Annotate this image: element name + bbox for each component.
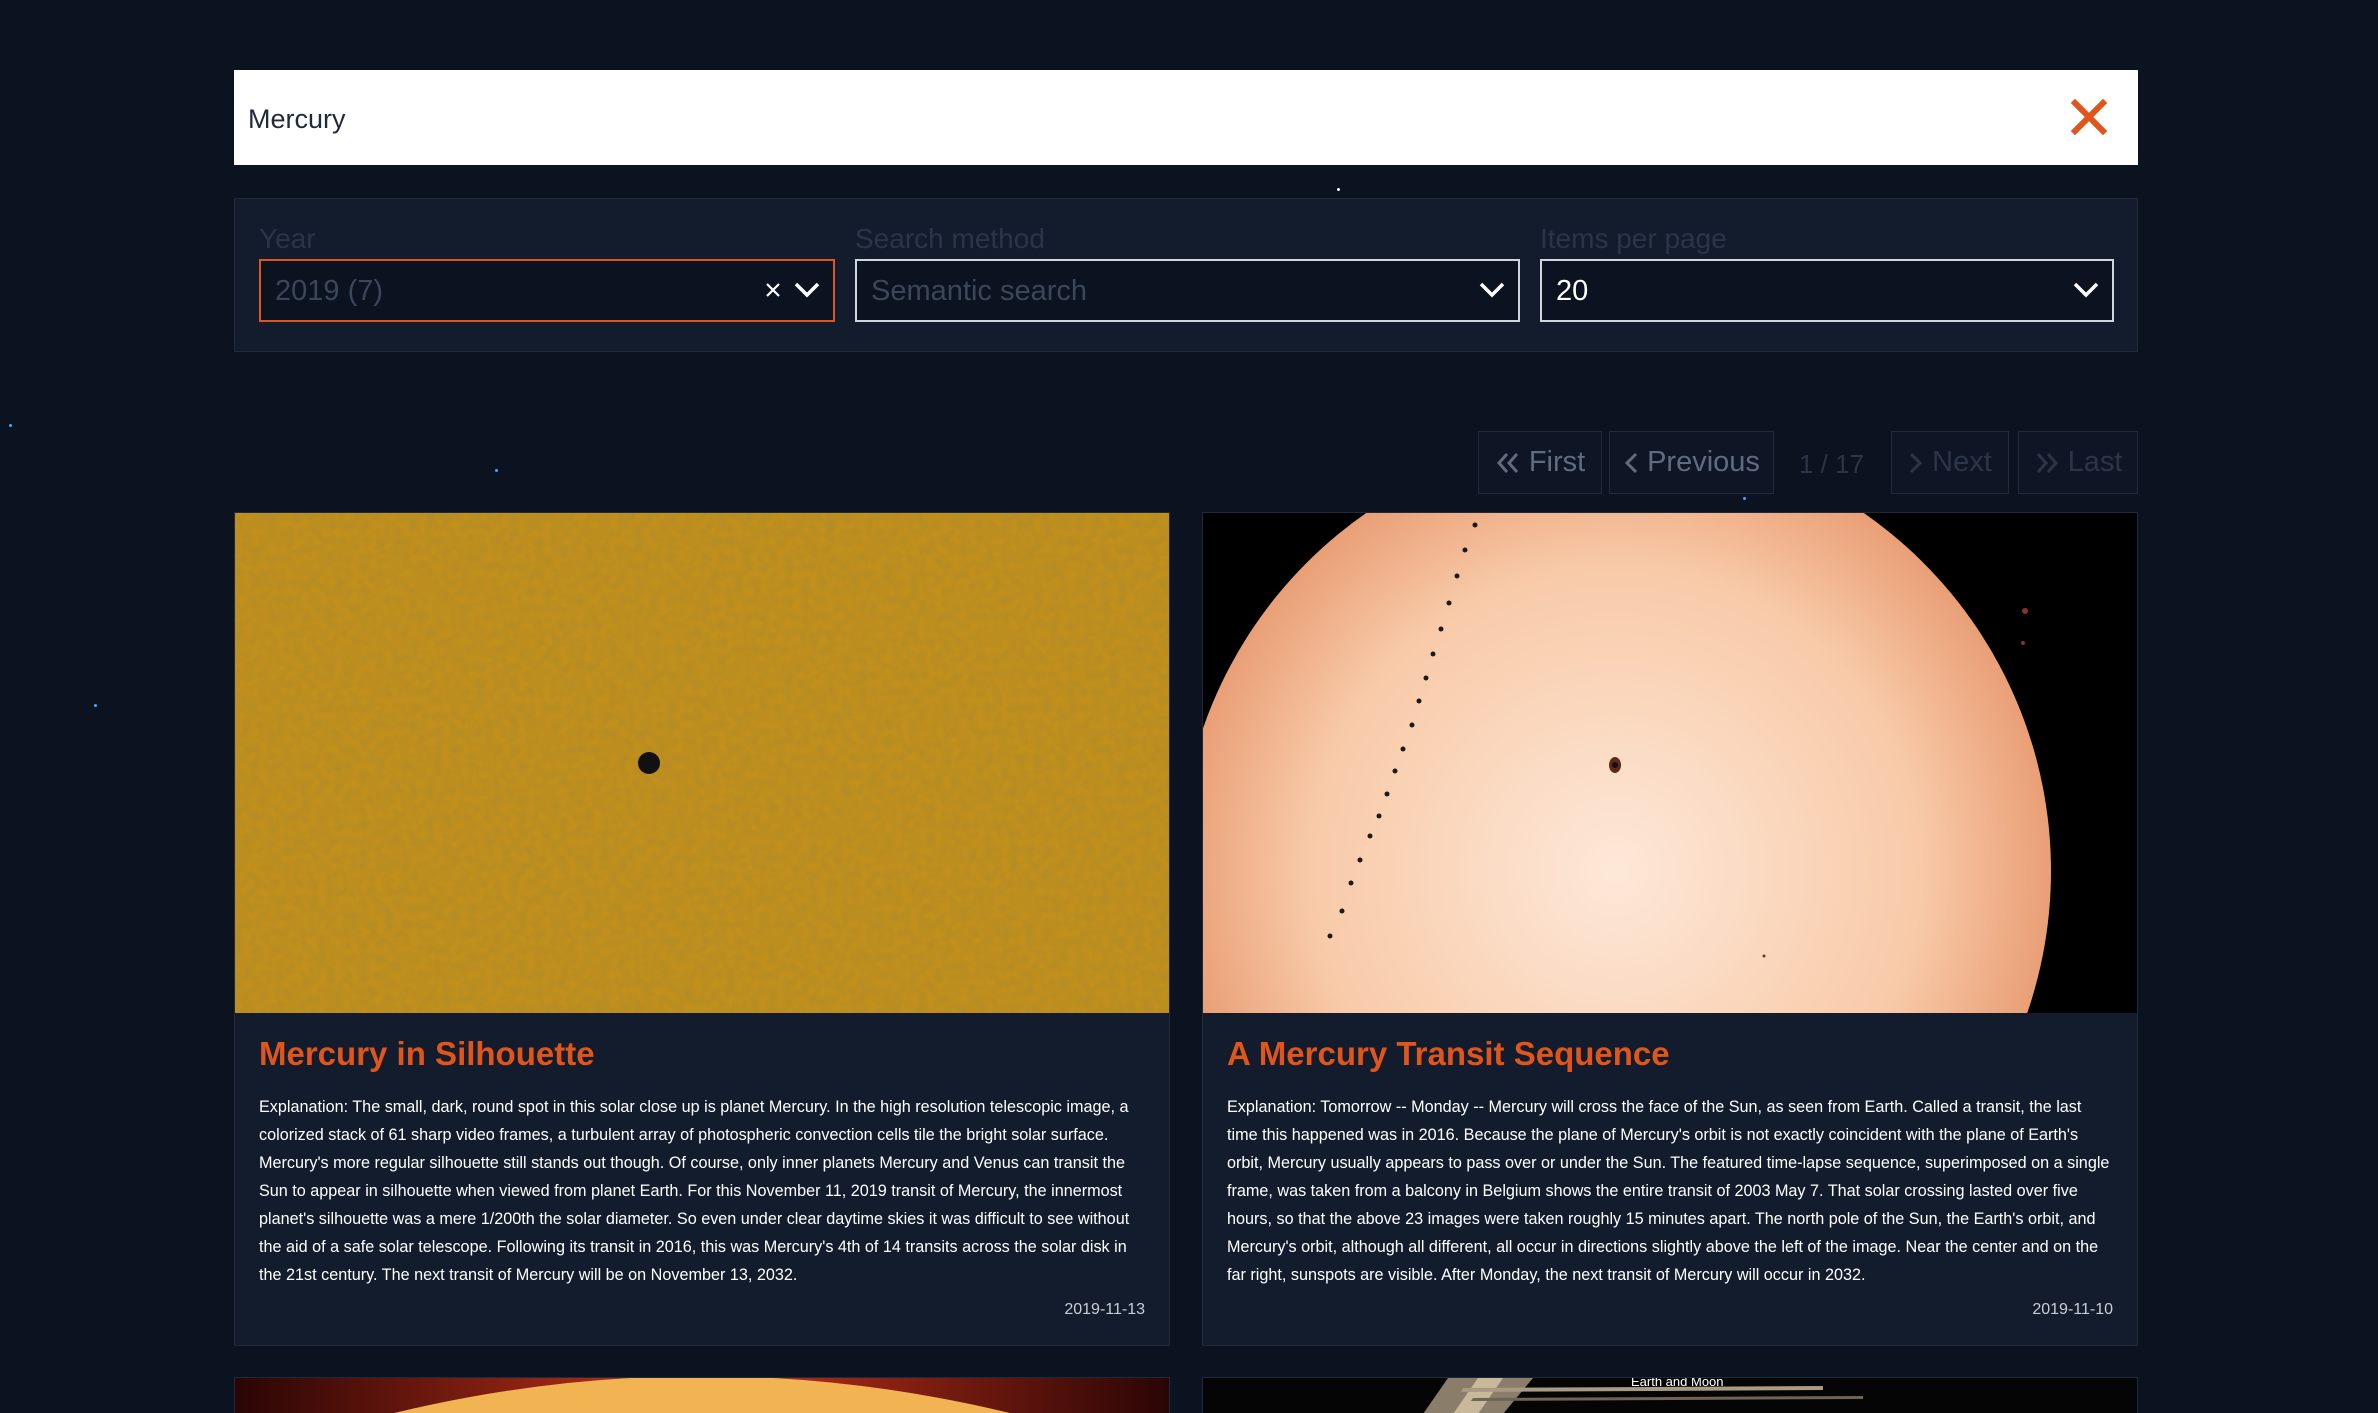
background-star [94, 704, 97, 707]
chevron-down-icon [2073, 282, 2099, 298]
next-page-button[interactable]: Next [1891, 431, 2009, 494]
card-date: 2019-11-13 [1064, 1301, 1145, 1318]
search-method-select[interactable]: Semantic search [855, 259, 1520, 322]
page-indicator: 1 / 17 [1799, 449, 1865, 479]
apod-card[interactable]: Earth and Moon [1202, 1377, 2138, 1413]
apod-card[interactable]: Mercury in Silhouette Explanation: The s… [234, 512, 1170, 1346]
search-method-filter: Search method Semantic search [855, 219, 1520, 322]
search-bar [234, 70, 2138, 165]
chevron-right-icon [1910, 452, 1923, 473]
year-select[interactable]: 2019 (7) [259, 259, 835, 322]
card-image[interactable]: Earth and Moon [1203, 1378, 2137, 1413]
chevron-down-icon [794, 282, 820, 298]
card-image-transit-sequence[interactable] [1203, 513, 2137, 1013]
card-title[interactable]: A Mercury Transit Sequence [1227, 1035, 1670, 1073]
double-chevron-left-icon [1496, 452, 1518, 473]
search-method-value: Semantic search [871, 275, 1087, 307]
background-star [1743, 497, 1746, 500]
first-page-button[interactable]: First [1478, 431, 1602, 494]
card-explanation: Explanation: The small, dark, round spot… [259, 1098, 1130, 1284]
apod-card[interactable] [234, 1377, 1170, 1413]
background-star [1337, 188, 1340, 191]
first-page-label: First [1528, 446, 1586, 478]
previous-page-button[interactable]: Previous [1609, 431, 1774, 494]
close-icon[interactable] [2064, 92, 2114, 142]
apod-card[interactable]: A Mercury Transit Sequence Explanation: … [1202, 512, 2138, 1346]
card-image[interactable] [235, 1378, 1169, 1413]
card-title[interactable]: Mercury in Silhouette [259, 1035, 595, 1073]
double-chevron-right-icon [2036, 452, 2058, 473]
search-method-label: Search method [855, 223, 1045, 254]
background-star [9, 424, 12, 427]
previous-page-label: Previous [1647, 446, 1760, 478]
year-label: Year [259, 223, 316, 254]
mercury-silhouette [638, 752, 660, 774]
chevron-down-icon [1479, 282, 1505, 298]
card-date: 2019-11-10 [2032, 1301, 2113, 1318]
last-page-label: Last [2067, 446, 2123, 478]
pagination: First Previous 1 / 17 Next Last [0, 431, 2378, 496]
last-page-button[interactable]: Last [2018, 431, 2138, 494]
card-explanation: Explanation: Tomorrow -- Monday -- Mercu… [1227, 1098, 2110, 1284]
year-filter: Year 2019 (7) [259, 219, 835, 322]
items-per-page-value: 20 [1556, 275, 1589, 307]
chevron-left-icon [1624, 452, 1638, 473]
image-caption: Earth and Moon [1631, 1377, 1724, 1389]
search-input[interactable] [246, 88, 2050, 150]
year-select-value: 2019 (7) [275, 275, 384, 307]
filter-panel: Year 2019 (7) Search method Semantic sea… [234, 198, 2138, 352]
items-per-page-select[interactable]: 20 [1540, 259, 2114, 322]
next-page-label: Next [1932, 446, 1992, 478]
clear-icon[interactable] [763, 280, 783, 300]
items-per-page-label: Items per page [1540, 223, 1727, 254]
items-per-page-filter: Items per page 20 [1540, 219, 2114, 322]
card-image-mercury-silhouette[interactable] [235, 513, 1169, 1013]
